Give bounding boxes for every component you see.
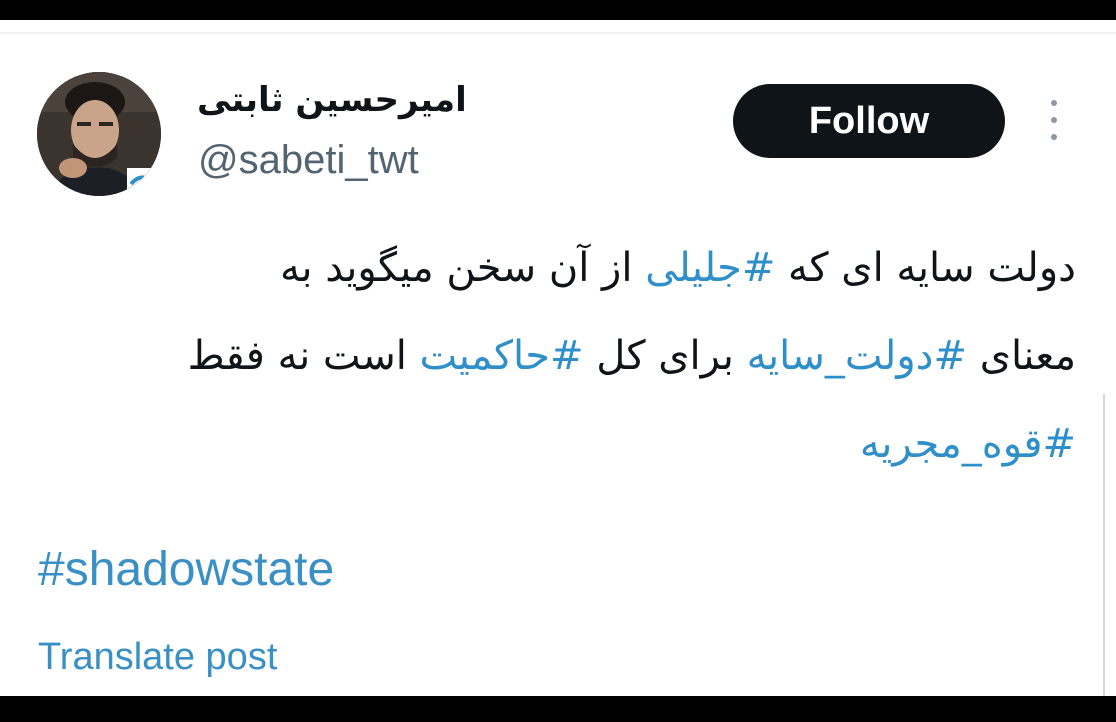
hashtag-link-shadowstate[interactable]: #shadowstate	[38, 540, 334, 600]
translate-post-link[interactable]: Translate post	[38, 634, 277, 680]
more-vertical-icon-dot	[1051, 117, 1057, 123]
more-options-button[interactable]	[1040, 98, 1068, 142]
avatar[interactable]	[37, 72, 161, 196]
tweet-line: #قوه_مجریه	[40, 400, 1076, 488]
tweet-card: امیرحسین ثابتی @sabeti_twt Follow دولت س…	[0, 20, 1116, 696]
follow-button[interactable]: Follow	[733, 84, 1005, 158]
more-vertical-icon	[1051, 100, 1057, 106]
more-vertical-icon-dot	[1051, 134, 1057, 140]
hashtag-link[interactable]: #قوه_مجریه	[860, 421, 1076, 467]
hashtag-link[interactable]: #جلیلی	[645, 245, 775, 291]
divider	[1103, 394, 1105, 696]
divider	[0, 32, 1116, 34]
tweet-line: معنای #دولت_سایه برای کل #حاکمیت است نه …	[187, 333, 1076, 379]
tweet-line: دولت سایه ای که #جلیلی از آن سخن میگوید …	[279, 245, 1076, 291]
author-handle[interactable]: @sabeti_twt	[198, 136, 419, 184]
hashtag-link[interactable]: #دولت_سایه	[747, 333, 967, 379]
hashtag-link[interactable]: #حاکمیت	[420, 333, 584, 379]
avatar-photo	[37, 72, 161, 196]
tweet-body: دولت سایه ای که #جلیلی از آن سخن میگوید …	[40, 224, 1076, 488]
author-display-name[interactable]: امیرحسین ثابتی	[197, 78, 487, 122]
